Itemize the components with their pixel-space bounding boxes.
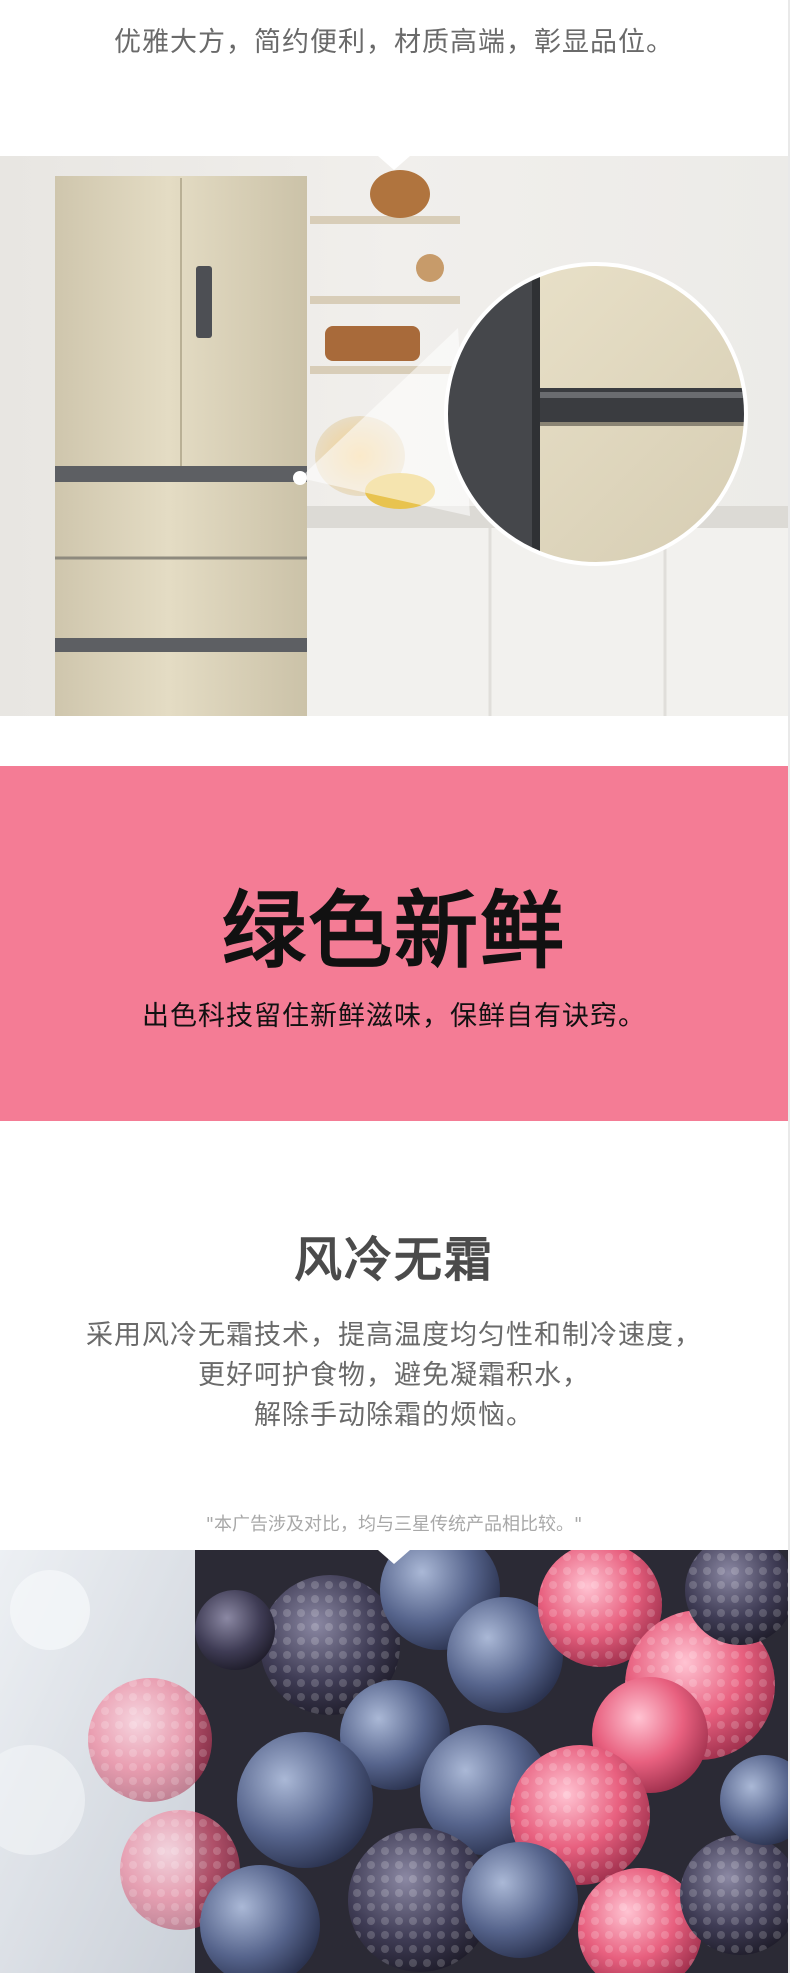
banner-title: 绿色新鲜 xyxy=(221,882,566,980)
fridge-image xyxy=(0,156,788,716)
frozen-berries-image xyxy=(0,1550,788,1973)
green-fresh-banner: 绿色新鲜 出色科技留住新鲜滋味，保鲜自有诀窍。 xyxy=(0,766,788,1121)
page: 优雅大方，简约便利，材质高端，彰显品位。 绿色新鲜 出色科技留住新鲜滋味，保鲜自… xyxy=(0,0,790,1973)
product-detail-content: 优雅大方，简约便利，材质高端，彰显品位。 绿色新鲜 出色科技留住新鲜滋味，保鲜自… xyxy=(0,0,788,1973)
tagline: 优雅大方，简约便利，材质高端，彰显品位。 xyxy=(114,27,674,58)
banner-subtitle: 出色科技留住新鲜滋味，保鲜自有诀窍。 xyxy=(142,1001,646,1032)
feature-line: 更好呵护食物，避免凝霜积水， xyxy=(198,1360,590,1391)
berries-illustration xyxy=(0,1550,788,1973)
feature-title: 风冷无霜 xyxy=(293,1232,494,1288)
feature-line: 解除手动除霜的烦恼。 xyxy=(254,1400,534,1431)
feature-line: 采用风冷无霜技术，提高温度均匀性和制冷速度， xyxy=(86,1320,702,1351)
comparison-disclaimer: "本广告涉及对比，均与三星传统产品相比较。" xyxy=(205,1514,583,1535)
fridge-illustration xyxy=(0,156,788,716)
feature-description: 采用风冷无霜技术，提高温度均匀性和制冷速度， 更好呵护食物，避免凝霜积水， 解除… xyxy=(0,1316,788,1436)
